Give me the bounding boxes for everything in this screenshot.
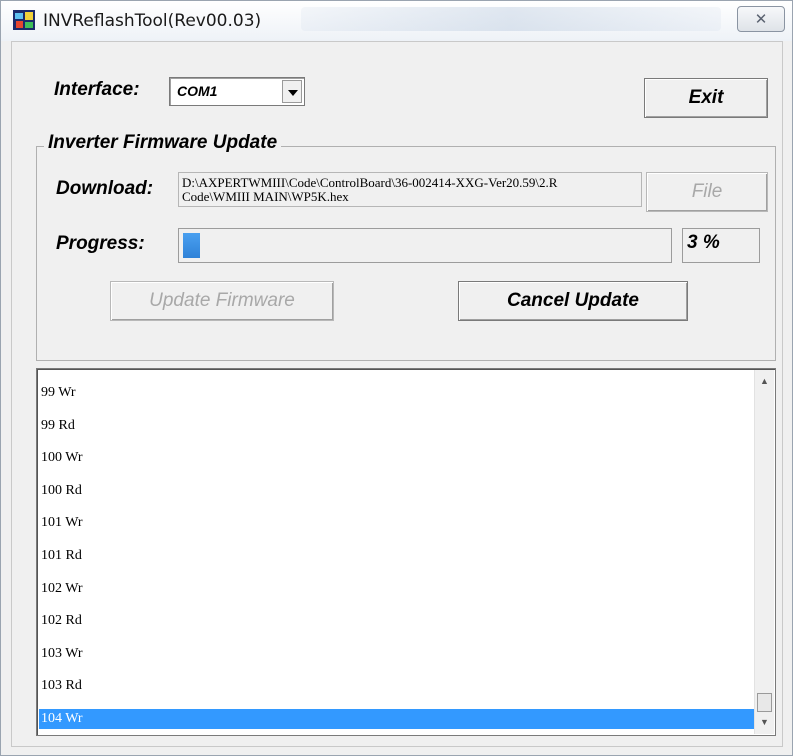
- log-row[interactable]: 103 Wr: [39, 644, 755, 664]
- log-list[interactable]: 99 Wr 99 Rd 100 Wr 100 Rd 101 Wr 101 Rd 102 Wr…: [36, 368, 776, 736]
- progress-label: Progress:: [56, 233, 145, 254]
- log-row[interactable]: 99 Rd: [39, 416, 755, 436]
- update-firmware-button[interactable]: Update Firmware: [110, 281, 334, 321]
- interface-value: COM1: [177, 83, 218, 99]
- interface-label: Interface:: [54, 79, 140, 100]
- window-title: INVReflashTool(Rev00.03): [43, 11, 262, 31]
- log-row[interactable]: 102 Wr: [39, 579, 755, 599]
- file-path-field[interactable]: D:\AXPERTWMIII\Code\ControlBoard\36-0024…: [178, 172, 642, 207]
- progress-bar-fill: [183, 233, 200, 258]
- progress-bar: [178, 228, 672, 263]
- close-icon: ✕: [754, 10, 768, 28]
- file-button[interactable]: File: [646, 172, 768, 212]
- title-bar[interactable]: INVReflashTool(Rev00.03) ✕: [1, 1, 792, 41]
- log-row[interactable]: 102 Rd: [39, 611, 755, 631]
- chevron-down-icon: [288, 90, 298, 96]
- app-window: INVReflashTool(Rev00.03) ✕ Interface: CO…: [0, 0, 793, 756]
- log-row[interactable]: 100 Rd: [39, 481, 755, 501]
- log-row[interactable]: 103 Rd: [39, 676, 755, 696]
- log-row[interactable]: 101 Wr: [39, 513, 755, 533]
- file-path-line1: D:\AXPERTWMIII\Code\ControlBoard\36-0024…: [182, 175, 558, 190]
- log-row[interactable]: 100 Wr: [39, 448, 755, 468]
- cancel-update-button[interactable]: Cancel Update: [458, 281, 688, 321]
- interface-dropdown-button[interactable]: [282, 80, 302, 103]
- chevron-down-icon[interactable]: ▼: [755, 713, 774, 732]
- firmware-update-group-title: Inverter Firmware Update: [44, 132, 282, 154]
- exit-button[interactable]: Exit: [644, 78, 768, 118]
- chevron-up-icon[interactable]: ▲: [755, 372, 774, 391]
- close-button[interactable]: ✕: [737, 6, 785, 32]
- app-icon: [13, 10, 35, 30]
- progress-percent: 3 %: [682, 228, 760, 263]
- file-path-line2: Code\WMIII MAIN\WP5K.hex: [182, 189, 349, 204]
- log-row[interactable]: 101 Rd: [39, 546, 755, 566]
- download-label: Download:: [56, 178, 154, 199]
- log-row[interactable]: 104 Wr: [39, 709, 755, 729]
- title-bar-background: [301, 7, 721, 31]
- client-area: Interface: COM1 Exit Inverter Firmware U…: [11, 41, 783, 747]
- log-row[interactable]: 99 Wr: [39, 383, 755, 403]
- scroll-thumb[interactable]: [757, 693, 772, 712]
- log-scrollbar[interactable]: ▲ ▼: [754, 370, 774, 734]
- interface-select[interactable]: COM1: [169, 77, 305, 106]
